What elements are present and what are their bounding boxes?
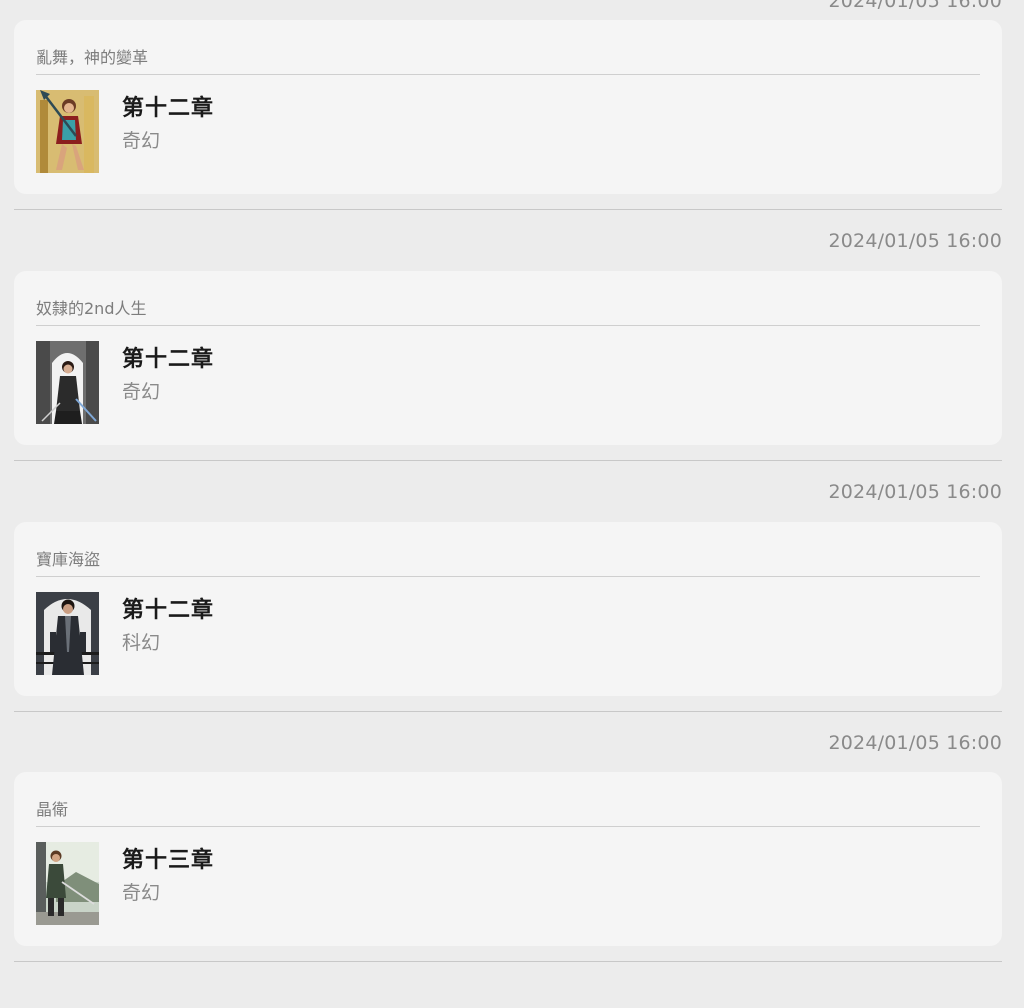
coat-man-cover-icon[interactable] [36, 592, 99, 675]
card-divider [36, 74, 980, 75]
book-title: 亂舞，神的變革 [36, 48, 149, 67]
book-title: 奴隸的2nd人生 [36, 299, 147, 318]
entry-separator [14, 711, 1002, 712]
entry-timestamp: 2024/01/05 16:00 [828, 230, 1002, 252]
entry-separator [14, 209, 1002, 210]
chapter-label: 第十三章 [122, 848, 215, 873]
book-update-card[interactable]: 亂舞，神的變革 第十二章 奇幻 [14, 20, 1002, 194]
swordsman-cover-icon[interactable] [36, 341, 99, 424]
book-update-card[interactable]: 寶庫海盜 第十二章 科幻 [14, 522, 1002, 696]
entry-separator [14, 961, 1002, 962]
card-divider [36, 325, 980, 326]
chapter-label: 第十二章 [122, 347, 215, 372]
book-update-card[interactable]: 晶衛 第十三章 奇幻 [14, 772, 1002, 946]
book-title: 寶庫海盜 [36, 550, 101, 569]
card-divider [36, 826, 980, 827]
chapter-label: 第十二章 [122, 96, 215, 121]
entry-timestamp: 2024/01/05 16:00 [828, 0, 1002, 12]
genre-label: 奇幻 [122, 130, 161, 152]
card-divider [36, 576, 980, 577]
chapter-label: 第十二章 [122, 598, 215, 623]
genre-label: 奇幻 [122, 882, 161, 904]
book-update-card[interactable]: 奴隸的2nd人生 第十二章 奇幻 [14, 271, 1002, 445]
update-feed: 2024/01/05 16:00 亂舞，神的變革 第十二章 奇幻 2024/01… [0, 0, 1024, 1008]
genre-label: 奇幻 [122, 381, 161, 403]
book-title: 晶衛 [36, 800, 69, 819]
entry-timestamp: 2024/01/05 16:00 [828, 732, 1002, 754]
entry-timestamp: 2024/01/05 16:00 [828, 481, 1002, 503]
genre-label: 科幻 [122, 632, 161, 654]
warrior-woman-cover-icon[interactable] [36, 90, 99, 173]
entry-separator [14, 460, 1002, 461]
knight-cover-icon[interactable] [36, 842, 99, 925]
